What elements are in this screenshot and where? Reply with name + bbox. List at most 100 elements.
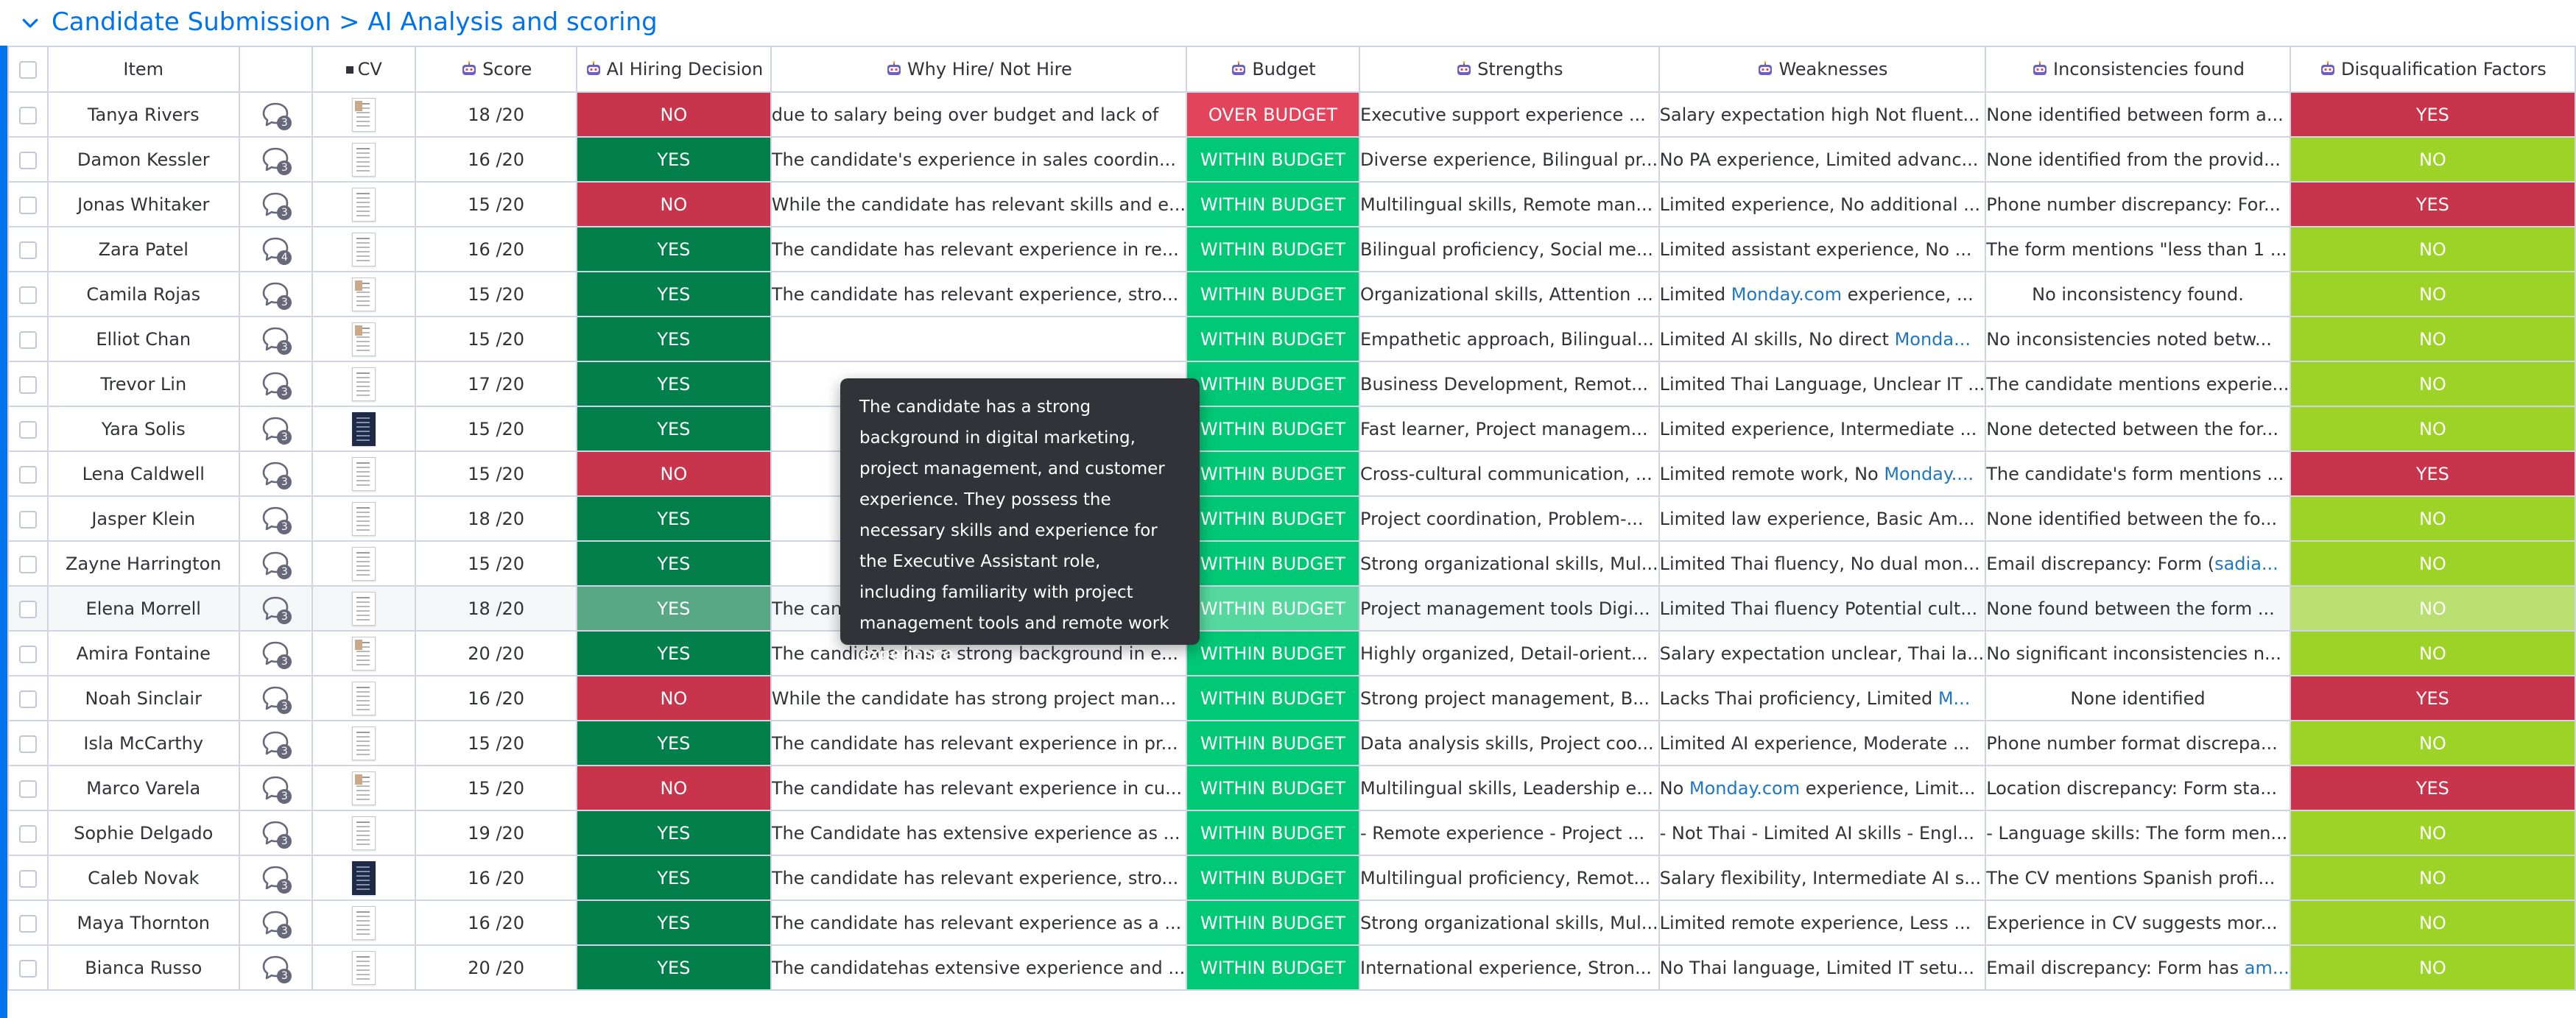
score-cell[interactable]: 15 /20 [415,765,578,811]
updates-cell[interactable]: 3 [238,91,314,138]
row-checkbox[interactable] [18,420,37,439]
cv-file-cell[interactable] [311,630,417,676]
disqualification-status[interactable]: NO [2289,271,2576,317]
disqualification-status[interactable]: NO [2289,855,2576,901]
strengths-cell[interactable]: - Remote experience - Project ... [1359,810,1660,856]
inconsistencies-cell[interactable]: The candidate's form mentions ... [1985,450,2291,497]
row-checkbox[interactable] [18,780,37,798]
chat-bubble-icon[interactable]: 3 [261,864,292,894]
table-row[interactable]: Jasper Klein 3 18 /20 YES WITHIN BUDGET Proje… [7,495,2576,542]
inconsistencies-cell[interactable]: No significant inconsistencies n... [1985,630,2291,676]
cv-file-cell[interactable] [311,495,417,542]
disqualification-status[interactable]: NO [2289,944,2576,991]
disqualification-status[interactable]: NO [2289,810,2576,856]
document-thumbnail-icon[interactable] [352,726,376,760]
inconsistencies-cell[interactable]: Location discrepancy: Form sta... [1985,765,2291,811]
inconsistencies-cell[interactable]: Email discrepancy: Form (sadia... [1985,540,2291,587]
ai-decision-status[interactable]: YES [576,944,772,991]
weaknesses-cell[interactable]: Limited Thai Language, Unclear IT ... [1658,361,1987,407]
updates-cell[interactable]: 3 [238,630,314,676]
chat-bubble-icon[interactable]: 3 [261,550,292,579]
strengths-cell[interactable]: Multilingual proficiency, Remot... [1359,855,1660,901]
strengths-cell[interactable]: Cross-cultural communication, ... [1359,450,1660,497]
weaknesses-link[interactable]: Monday.com [1689,778,1800,799]
item-name-cell[interactable]: Lena Caldwell [46,450,240,497]
strengths-cell[interactable]: Fast learner, Project managem... [1359,406,1660,452]
chat-bubble-icon[interactable]: 3 [261,146,292,175]
ai-decision-status[interactable]: YES [576,899,772,946]
item-name-cell[interactable]: Yara Solis [46,406,240,452]
budget-status[interactable]: WITHIN BUDGET [1185,450,1361,497]
score-cell[interactable]: 15 /20 [415,181,578,227]
score-cell[interactable]: 15 /20 [415,540,578,587]
score-cell[interactable]: 16 /20 [415,899,578,946]
strengths-cell[interactable]: Organizational skills, Attention ... [1359,271,1660,317]
inconsistencies-cell[interactable]: None found between the form ... [1985,585,2291,632]
budget-status[interactable]: WITHIN BUDGET [1185,585,1361,632]
disqualification-status[interactable]: NO [2289,899,2576,946]
score-cell[interactable]: 16 /20 [415,136,578,183]
score-cell[interactable]: 16 /20 [415,855,578,901]
updates-cell[interactable]: 3 [238,540,314,587]
inconsistencies-link[interactable]: sadia... [2214,554,2278,574]
cv-file-cell[interactable] [311,91,417,138]
inconsistencies-cell[interactable]: No inconsistencies noted betw... [1985,316,2291,362]
inconsistencies-cell[interactable]: Email discrepancy: Form has am... [1985,944,2291,991]
inconsistencies-cell[interactable]: None identified from the provid... [1985,136,2291,183]
document-thumbnail-icon[interactable] [352,367,376,401]
table-row[interactable]: Marco Varela 3 15 /20 NO The candidate has r… [7,765,2576,811]
cv-file-cell[interactable] [311,361,417,407]
ai-decision-status[interactable]: YES [576,136,772,183]
score-cell[interactable]: 17 /20 [415,361,578,407]
weaknesses-cell[interactable]: - Not Thai - Limited AI skills - Engl... [1658,810,1987,856]
ai-decision-status[interactable]: YES [576,855,772,901]
inconsistencies-cell[interactable]: The form mentions "less than 1 ... [1985,226,2291,272]
strengths-cell[interactable]: Strong project management, B... [1359,675,1660,721]
strengths-cell[interactable]: International experience, Stron... [1359,944,1660,991]
budget-status[interactable]: WITHIN BUDGET [1185,810,1361,856]
strengths-cell[interactable]: Bilingual proficiency, Social me... [1359,226,1660,272]
weaknesses-cell[interactable]: Limited assistant experience, No ... [1658,226,1987,272]
disqualification-status[interactable]: NO [2289,406,2576,452]
row-checkbox[interactable] [18,555,37,573]
document-thumbnail-icon[interactable] [352,636,376,671]
cv-file-cell[interactable] [311,810,417,856]
budget-status[interactable]: WITHIN BUDGET [1185,944,1361,991]
strengths-cell[interactable]: Multilingual skills, Leadership e... [1359,765,1660,811]
why-hire-cell[interactable]: The candidate has relevant experience as… [770,899,1187,946]
document-thumbnail-icon[interactable] [352,277,376,311]
chat-bubble-icon[interactable]: 4 [261,236,292,265]
document-thumbnail-icon[interactable] [352,322,376,356]
inconsistencies-link[interactable]: am... [2245,958,2289,978]
why-hire-cell[interactable]: The candidate has relevant experience in… [770,226,1187,272]
item-name-cell[interactable]: Camila Rojas [46,271,240,317]
strengths-cell[interactable]: Project management tools Digi... [1359,585,1660,632]
document-thumbnail-icon[interactable] [352,411,376,446]
document-thumbnail-icon[interactable] [352,187,376,222]
updates-cell[interactable]: 3 [238,765,314,811]
table-row[interactable]: Zara Patel 4 16 /20 YES The candidate has re… [7,226,2576,272]
why-hire-cell[interactable]: The candidatehas extensive experience an… [770,944,1187,991]
inconsistencies-cell[interactable]: Phone number discrepancy: For... [1985,181,2291,227]
budget-status[interactable]: WITHIN BUDGET [1185,316,1361,362]
cv-file-cell[interactable] [311,585,417,632]
cv-file-cell[interactable] [311,899,417,946]
document-thumbnail-icon[interactable] [352,232,376,266]
chat-bubble-icon[interactable]: 3 [261,819,292,849]
ai-decision-status[interactable]: NO [576,675,772,721]
item-name-cell[interactable]: Sophie Delgado [46,810,240,856]
table-row[interactable]: Tanya Rivers 3 18 /20 NO due to salary being… [7,91,2576,138]
disqualification-status[interactable]: NO [2289,316,2576,362]
updates-cell[interactable]: 3 [238,495,314,542]
weaknesses-cell[interactable]: Limited law experience, Basic Am... [1658,495,1987,542]
chat-bubble-icon[interactable]: 3 [261,280,292,310]
why-hire-cell[interactable]: The candidate has relevant experience, s… [770,271,1187,317]
inconsistencies-cell[interactable]: - Language skills: The form men... [1985,810,2291,856]
item-name-cell[interactable]: Noah Sinclair [46,675,240,721]
disqualification-status[interactable]: NO [2289,720,2576,766]
weaknesses-link[interactable]: Monday.... [1884,464,1974,484]
disqualification-status[interactable]: NO [2289,585,2576,632]
ai-decision-status[interactable]: YES [576,271,772,317]
score-cell[interactable]: 15 /20 [415,316,578,362]
cv-file-cell[interactable] [311,226,417,272]
